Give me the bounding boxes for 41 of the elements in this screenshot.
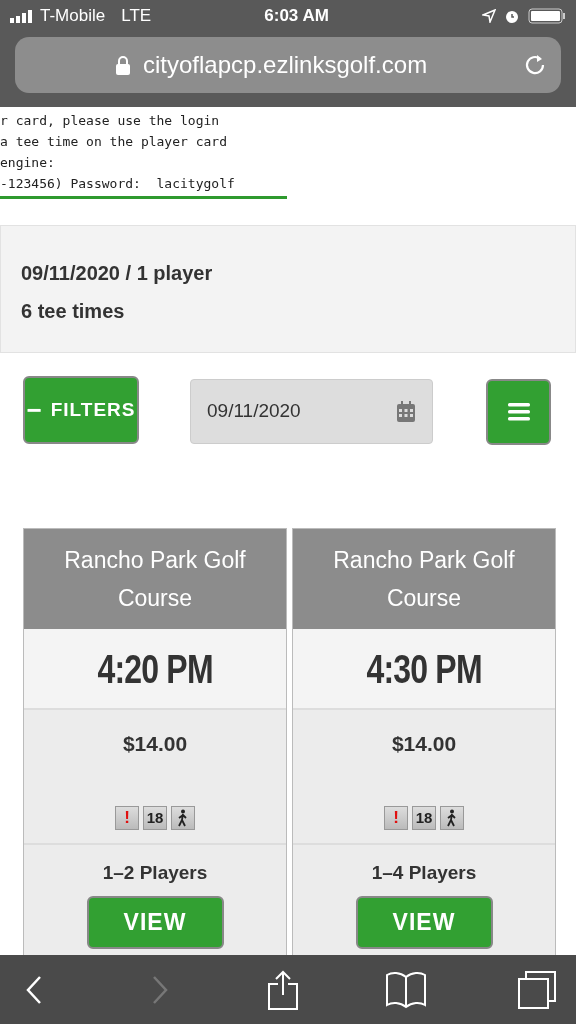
filters-button[interactable]: − FILTERS — [23, 376, 139, 444]
carrier-name: T-Mobile — [40, 5, 106, 28]
battery-icon — [528, 8, 566, 24]
alert-badge: ! — [384, 805, 408, 830]
course-name: Rancho Park Golf Course — [333, 547, 515, 611]
tee-time: 4:20 PM — [97, 645, 213, 693]
back-icon[interactable] — [26, 974, 42, 1005]
reload-icon[interactable] — [523, 53, 547, 77]
notice-line: -123456) Password: lacitygolf — [0, 175, 236, 193]
view-button[interactable]: VIEW — [86, 895, 224, 949]
walking-icon — [171, 805, 195, 830]
tee-time: 4:30 PM — [366, 645, 482, 693]
address-bar[interactable]: cityoflapcp.ezlinksgolf.com — [15, 37, 561, 93]
course-name: Rancho Park Golf Course — [64, 547, 246, 611]
lock-icon — [115, 55, 131, 75]
notice-line: a tee time on the player card — [0, 133, 228, 151]
view-button[interactable]: VIEW — [355, 895, 493, 949]
search-summary: 09/11/2020 / 1 player — [21, 261, 214, 286]
clock-time: 6:03 AM — [264, 5, 330, 28]
notice-line: r card, please use the login — [0, 112, 221, 130]
calendar-icon[interactable] — [396, 400, 416, 423]
player-count: 1–2 Players — [101, 861, 209, 885]
menu-button[interactable] — [486, 379, 551, 445]
location-icon — [482, 9, 496, 23]
tabs-icon[interactable] — [518, 970, 556, 1009]
url-text: cityoflapcp.ezlinksgolf.com — [143, 50, 428, 80]
result-count: 6 tee times — [21, 299, 126, 324]
menu-icon — [507, 403, 530, 421]
holes-badge: 18 — [412, 805, 436, 830]
network-type: LTE — [121, 5, 152, 28]
bookmarks-icon[interactable] — [386, 970, 426, 1009]
date-field[interactable]: 09/11/2020 — [190, 379, 433, 444]
alert-badge: ! — [115, 805, 139, 830]
player-count: 1–4 Players — [370, 861, 478, 885]
price: $14.00 — [390, 731, 458, 757]
holes-badge: 18 — [143, 805, 167, 830]
notice-line: engine: — [0, 154, 56, 172]
price: $14.00 — [121, 731, 189, 757]
share-icon[interactable] — [268, 969, 298, 1010]
walking-icon — [440, 805, 464, 830]
alarm-icon — [504, 8, 520, 24]
